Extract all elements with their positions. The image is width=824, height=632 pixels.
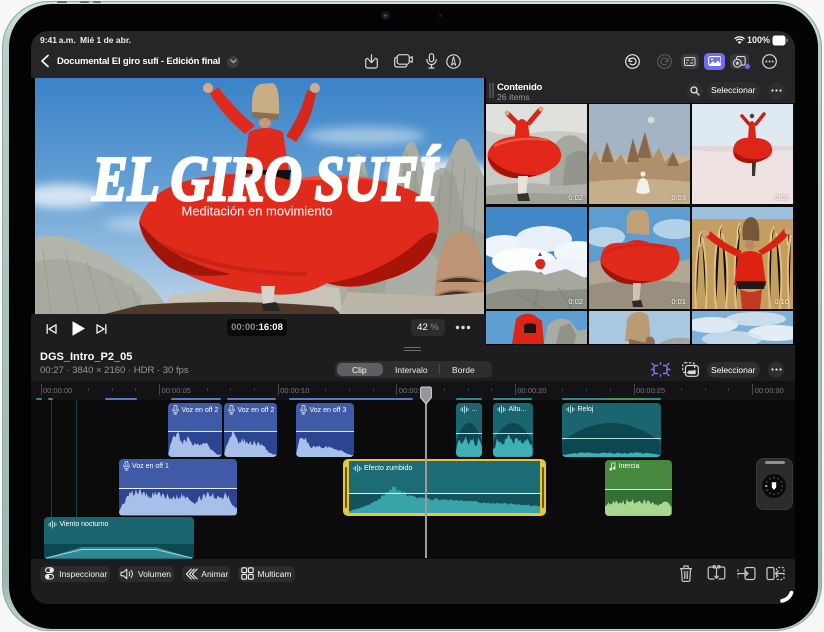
svg-text:Meditación en movimiento: Meditación en movimiento xyxy=(181,204,332,219)
